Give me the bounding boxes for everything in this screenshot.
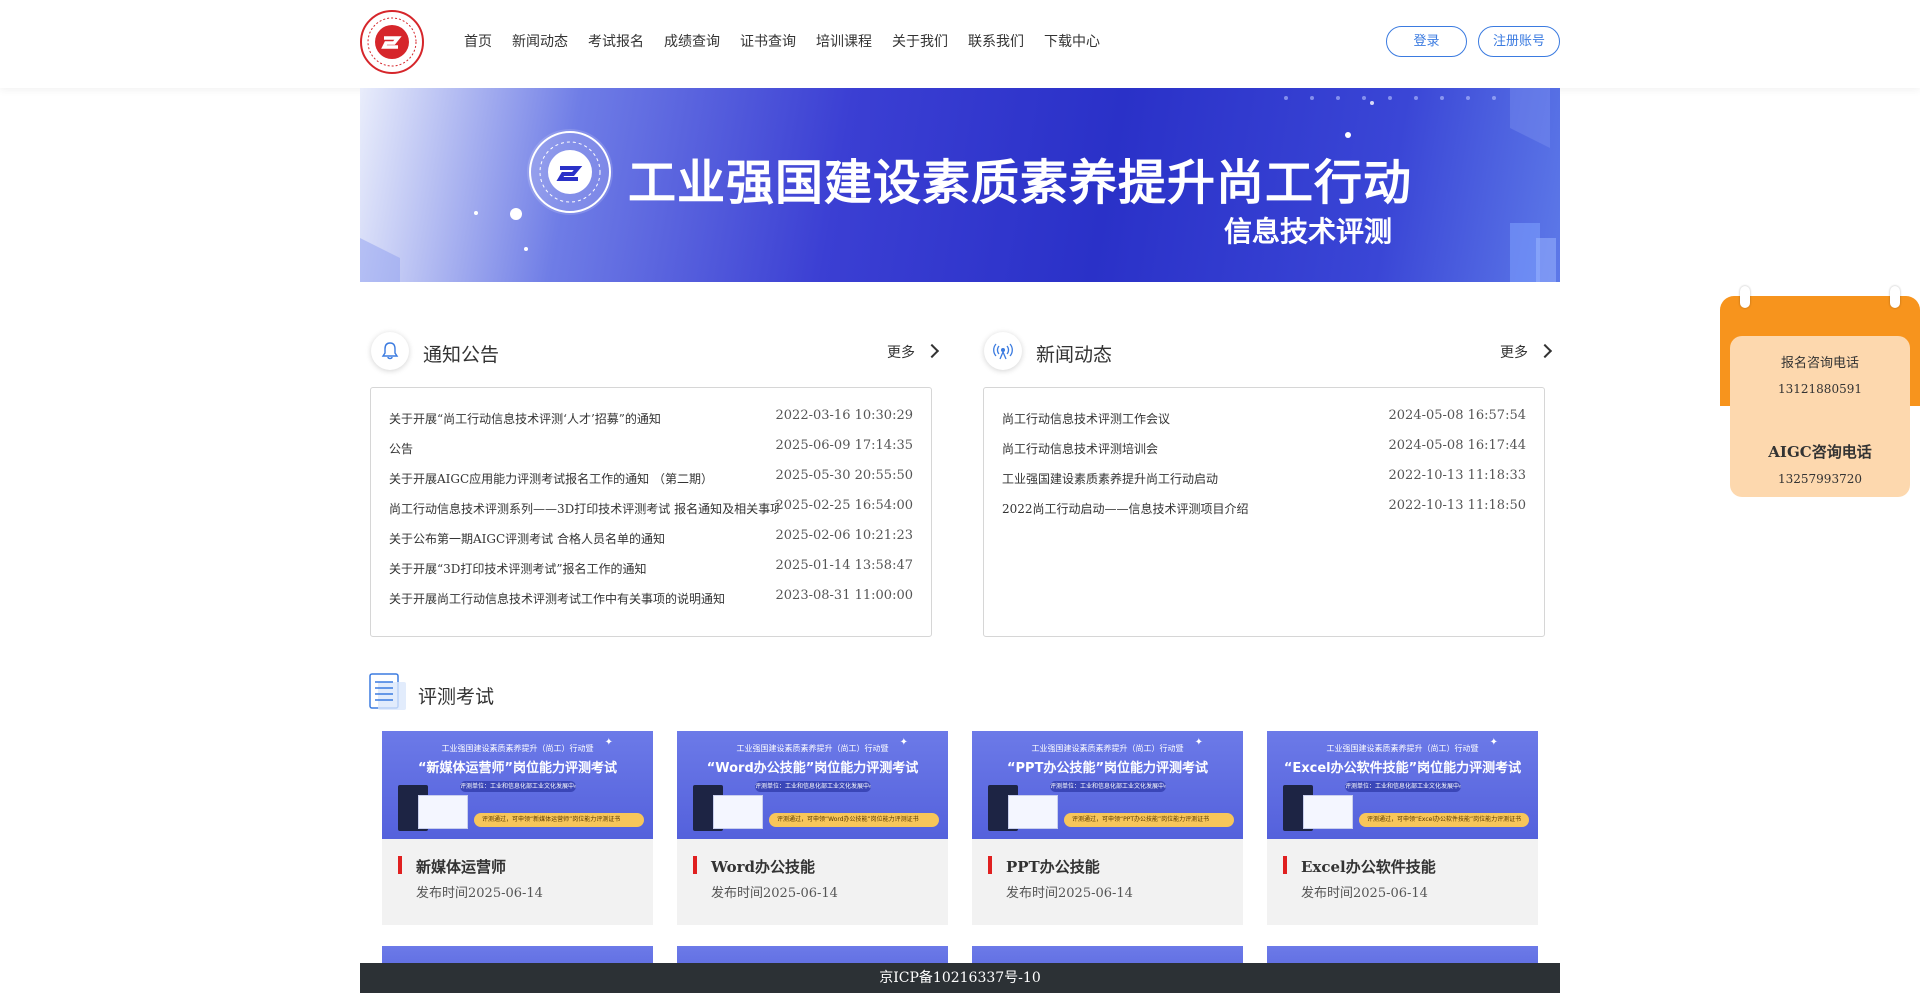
register-button[interactable]: 注册账号: [1478, 26, 1560, 57]
certificate-icon: [713, 795, 763, 829]
nav-exam-signup[interactable]: 考试报名: [578, 30, 654, 54]
nav-home[interactable]: 首页: [464, 30, 502, 54]
list-item[interactable]: 关于开展AIGC应用能力评测考试报名工作的通知 （第二期） 2025-05-30 …: [389, 464, 913, 494]
chevron-right-icon: [1537, 343, 1553, 359]
chevron-right-icon: [924, 343, 940, 359]
nav-cert-query[interactable]: 证书查询: [730, 30, 806, 54]
notice-more-link[interactable]: 更多: [887, 342, 940, 362]
hero-banner[interactable]: 工业强国建设素质素养提升尚工行动 信息技术评测: [360, 88, 1560, 282]
nav-courses[interactable]: 培训课程: [806, 30, 882, 54]
pin-icon: [1740, 286, 1750, 308]
document-list-icon: [369, 673, 406, 710]
list-item[interactable]: 关于开展“尚工行动信息技术评测‘人才’招募”的通知 2022-03-16 10:3…: [389, 404, 913, 434]
accent-bar: [398, 856, 402, 874]
exam-card-image: ✦ 工业强国建设素质素养提升（尚工）行动暨 “新媒体运营师”岗位能力评测考试 评…: [382, 731, 653, 839]
accent-bar: [988, 856, 992, 874]
exam-card-date: 发布时间2025-06-14: [711, 886, 838, 901]
exam-card[interactable]: ✦ 工业强国建设素质素养提升（尚工）行动暨 “PPT办公技能”岗位能力评测考试 …: [972, 731, 1243, 925]
list-item[interactable]: 关于开展尚工行动信息技术评测考试工作中有关事项的说明通知 2023-08-31 1…: [389, 584, 913, 614]
nav-news[interactable]: 新闻动态: [502, 30, 578, 54]
login-button[interactable]: 登录: [1386, 26, 1467, 57]
broadcast-icon: [984, 332, 1022, 370]
list-item[interactable]: 尚工行动信息技术评测培训会 2024-05-08 16:17:44: [1002, 434, 1526, 464]
list-item[interactable]: 2022尚工行动启动——信息技术评测项目介绍 2022-10-13 11:18:5…: [1002, 494, 1526, 524]
exam-card-name: PPT办公技能: [1006, 858, 1100, 876]
news-panel-header: 新闻动态 更多: [984, 332, 1553, 372]
nav-about[interactable]: 关于我们: [882, 30, 958, 54]
exam-card-date: 发布时间2025-06-14: [1301, 886, 1428, 901]
site-logo[interactable]: [360, 10, 424, 74]
exam-card-name: Excel办公软件技能: [1301, 858, 1436, 876]
certificate-icon: [1303, 795, 1353, 829]
banner-emblem: [527, 129, 613, 215]
list-item[interactable]: 尚工行动信息技术评测工作会议 2024-05-08 16:57:54: [1002, 404, 1526, 434]
notice-list: 关于开展“尚工行动信息技术评测‘人才’招募”的通知 2022-03-16 10:3…: [370, 387, 932, 637]
notice-panel-header: 通知公告 更多: [371, 332, 940, 372]
exam-card[interactable]: ✦ 工业强国建设素质素养提升（尚工）行动暨 “新媒体运营师”岗位能力评测考试 评…: [382, 731, 653, 925]
exam-card-image: ✦ 工业强国建设素质素养提升（尚工）行动暨 “Excel办公软件技能”岗位能力评…: [1267, 731, 1538, 839]
certificate-icon: [1008, 795, 1058, 829]
exam-section-title: 评测考试: [418, 686, 495, 708]
nav-downloads[interactable]: 下载中心: [1034, 30, 1110, 54]
exam-card-date: 发布时间2025-06-14: [416, 886, 543, 901]
contact-phone-aigc[interactable]: 13257993720: [1730, 472, 1910, 486]
site-header: 首页 新闻动态 考试报名 成绩查询 证书查询 培训课程 关于我们 联系我们 下载…: [0, 0, 1920, 88]
news-title: 新闻动态: [1036, 344, 1113, 366]
bell-icon: [371, 332, 409, 370]
footer-icp[interactable]: 京ICP备10216337号-10: [360, 963, 1560, 993]
nav-contact[interactable]: 联系我们: [958, 30, 1034, 54]
exam-card-name: Word办公技能: [711, 858, 816, 876]
exam-card[interactable]: ✦ 工业强国建设素质素养提升（尚工）行动暨 “Word办公技能”岗位能力评测考试…: [677, 731, 948, 925]
exam-card-image: ✦ 工业强国建设素质素养提升（尚工）行动暨 “PPT办公技能”岗位能力评测考试 …: [972, 731, 1243, 839]
exam-card-image: ✦ 工业强国建设素质素养提升（尚工）行动暨 “Word办公技能”岗位能力评测考试…: [677, 731, 948, 839]
contact-card: 报名咨询电话 13121880591 AIGC咨询电话 13257993720: [1730, 336, 1910, 497]
list-item[interactable]: 关于公布第一期AIGC评测考试 合格人员名单的通知 2025-02-06 10:2…: [389, 524, 913, 554]
banner-subtitle: 信息技术评测: [1223, 215, 1392, 248]
contact-label-signup: 报名咨询电话: [1780, 356, 1859, 371]
banner-title: 工业强国建设素质素养提升尚工行动: [628, 155, 1413, 211]
nav-score-query[interactable]: 成绩查询: [654, 30, 730, 54]
news-list: 尚工行动信息技术评测工作会议 2024-05-08 16:57:54 尚工行动信息…: [983, 387, 1545, 637]
accent-bar: [1283, 856, 1287, 874]
list-item[interactable]: 公告 2025-06-09 17:14:35: [389, 434, 913, 464]
main-nav: 首页 新闻动态 考试报名 成绩查询 证书查询 培训课程 关于我们 联系我们 下载…: [464, 30, 1110, 54]
list-item[interactable]: 关于开展“3D打印技术评测考试”报名工作的通知 2025-01-14 13:58:…: [389, 554, 913, 584]
accent-bar: [693, 856, 697, 874]
contact-phone-signup[interactable]: 13121880591: [1730, 382, 1910, 396]
notice-title: 通知公告: [423, 344, 500, 366]
contact-label-aigc: AIGC咨询电话: [1768, 443, 1872, 461]
exam-card-date: 发布时间2025-06-14: [1006, 886, 1133, 901]
certificate-icon: [418, 795, 468, 829]
exam-card-name: 新媒体运营师: [416, 858, 507, 876]
news-more-link[interactable]: 更多: [1500, 342, 1553, 362]
pin-icon: [1890, 286, 1900, 308]
exam-card[interactable]: ✦ 工业强国建设素质素养提升（尚工）行动暨 “Excel办公软件技能”岗位能力评…: [1267, 731, 1538, 925]
list-item[interactable]: 尚工行动信息技术评测系列——3D打印技术评测考试 报名通知及相关事项说明 2025…: [389, 494, 913, 524]
list-item[interactable]: 工业强国建设素质素养提升尚工行动启动 2022-10-13 11:18:33: [1002, 464, 1526, 494]
